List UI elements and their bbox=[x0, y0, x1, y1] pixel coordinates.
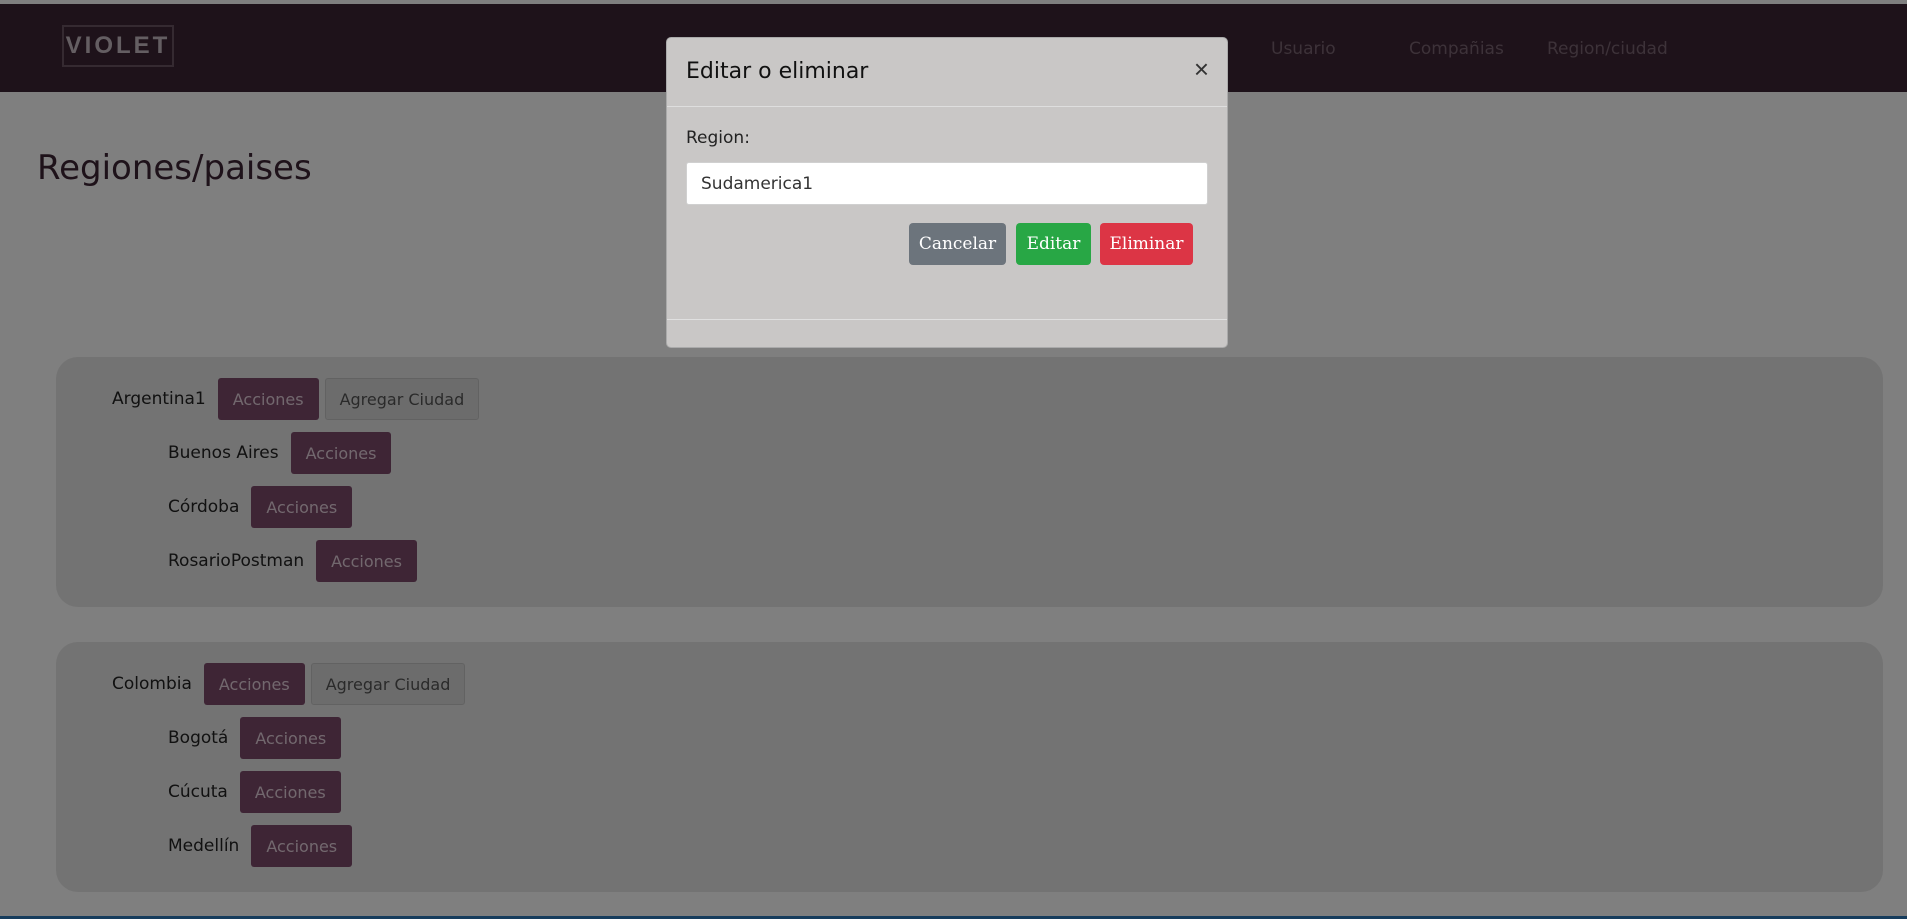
region-label: Region: bbox=[686, 128, 750, 148]
modal-title: Editar o eliminar bbox=[686, 59, 869, 84]
delete-button[interactable]: Eliminar bbox=[1100, 223, 1193, 265]
modal-footer-divider bbox=[667, 319, 1227, 320]
cancel-button[interactable]: Cancelar bbox=[909, 223, 1006, 265]
close-icon[interactable]: × bbox=[1194, 56, 1209, 82]
edit-button[interactable]: Editar bbox=[1016, 223, 1091, 265]
region-input[interactable] bbox=[686, 162, 1208, 205]
edit-delete-modal: Editar o eliminar × Region: Cancelar Edi… bbox=[666, 37, 1228, 348]
modal-header: Editar o eliminar × bbox=[667, 38, 1227, 107]
